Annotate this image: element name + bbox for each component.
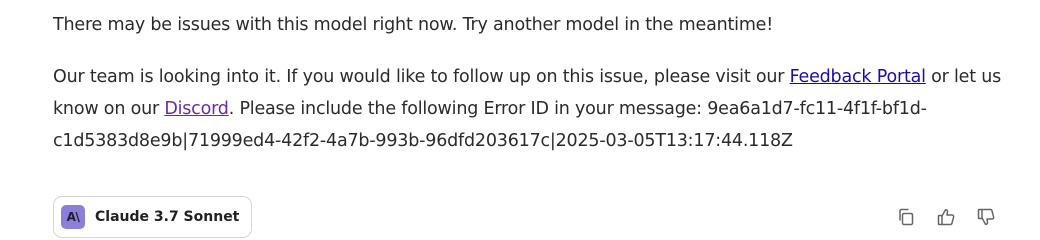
feedback-portal-link[interactable]: Feedback Portal [790, 67, 926, 87]
thumbs-up-icon [937, 208, 955, 226]
discord-link[interactable]: Discord [164, 99, 229, 119]
message-actions [895, 206, 997, 228]
status-message: There may be issues with this model righ… [53, 15, 774, 35]
copy-icon [899, 208, 914, 226]
model-name: Claude 3.7 Sonnet [95, 209, 240, 225]
copy-button[interactable] [895, 206, 917, 228]
error-text-part1: Our team is looking into it. If you woul… [53, 67, 790, 87]
model-logo-icon: A\ [61, 205, 85, 229]
error-details: Our team is looking into it. If you woul… [53, 61, 1003, 157]
thumbs-down-icon [977, 208, 995, 226]
like-button[interactable] [935, 206, 957, 228]
model-selector-chip[interactable]: A\ Claude 3.7 Sonnet [53, 196, 253, 238]
dislike-button[interactable] [975, 206, 997, 228]
